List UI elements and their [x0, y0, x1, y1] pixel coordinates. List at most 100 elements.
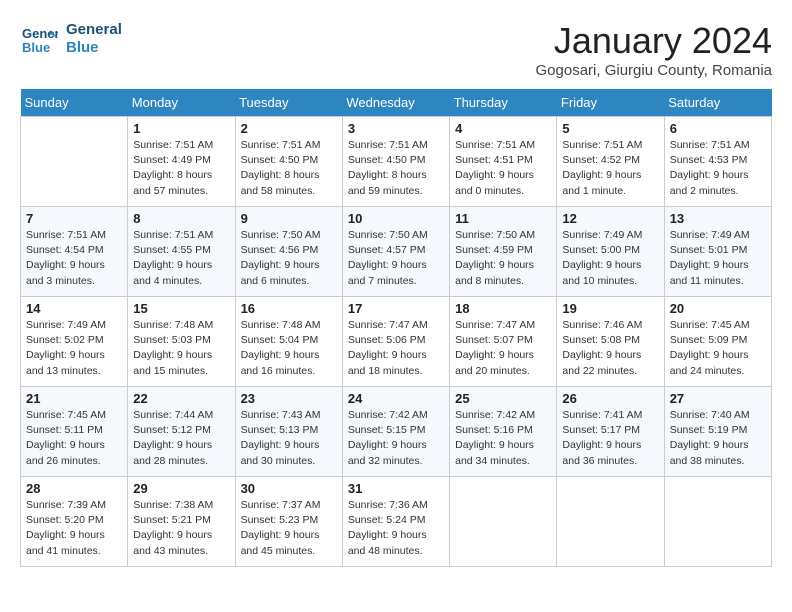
logo-text-general: General [66, 21, 122, 39]
calendar-cell: 13 Sunrise: 7:49 AMSunset: 5:01 PMDayligh… [664, 207, 771, 297]
day-number: 6 [670, 121, 766, 136]
weekday-header-monday: Monday [128, 89, 235, 117]
weekday-header-saturday: Saturday [664, 89, 771, 117]
day-info: Sunrise: 7:49 AMSunset: 5:01 PMDaylight:… [670, 228, 766, 289]
day-number: 26 [562, 391, 658, 406]
calendar-cell: 18 Sunrise: 7:47 AMSunset: 5:07 PMDayligh… [450, 297, 557, 387]
day-info: Sunrise: 7:49 AMSunset: 5:02 PMDaylight:… [26, 318, 122, 379]
weekday-header-friday: Friday [557, 89, 664, 117]
calendar-cell: 15Sunrise: 7:48 AMSunset: 5:03 PMDayligh… [128, 297, 235, 387]
calendar-cell [21, 117, 128, 207]
day-number: 22 [133, 391, 229, 406]
day-number: 8 [133, 211, 229, 226]
day-number: 31 [348, 481, 444, 496]
day-number: 27 [670, 391, 766, 406]
day-number: 30 [241, 481, 337, 496]
logo-icon: General Blue [20, 20, 58, 58]
calendar-cell: 27Sunrise: 7:40 AMSunset: 5:19 PMDayligh… [664, 387, 771, 477]
calendar-cell: 16 Sunrise: 7:48 AMSunset: 5:04 PMDayligh… [235, 297, 342, 387]
day-info: Sunrise: 7:51 AMSunset: 4:54 PMDaylight:… [26, 228, 122, 289]
day-info: Sunrise: 7:42 AMSunset: 5:16 PMDaylight:… [455, 408, 551, 469]
calendar-cell: 14 Sunrise: 7:49 AMSunset: 5:02 PMDayligh… [21, 297, 128, 387]
calendar-cell: 9 Sunrise: 7:50 AMSunset: 4:56 PMDaylight… [235, 207, 342, 297]
calendar-cell: 22 Sunrise: 7:44 AMSunset: 5:12 PMDayligh… [128, 387, 235, 477]
calendar-cell: 19 Sunrise: 7:46 AMSunset: 5:08 PMDayligh… [557, 297, 664, 387]
calendar-cell: 23 Sunrise: 7:43 AMSunset: 5:13 PMDayligh… [235, 387, 342, 477]
day-info: Sunrise: 7:50 AMSunset: 4:57 PMDaylight:… [348, 228, 444, 289]
logo-text-blue: Blue [66, 39, 122, 57]
calendar-cell: 5 Sunrise: 7:51 AMSunset: 4:52 PMDaylight… [557, 117, 664, 207]
day-info: Sunrise: 7:42 AMSunset: 5:15 PMDaylight:… [348, 408, 444, 469]
calendar-cell: 26Sunrise: 7:41 AMSunset: 5:17 PMDayligh… [557, 387, 664, 477]
calendar-week-row: 21 Sunrise: 7:45 AMSunset: 5:11 PMDayligh… [21, 387, 772, 477]
calendar-subtitle: Gogosari, Giurgiu County, Romania [536, 62, 773, 79]
calendar-cell: 25 Sunrise: 7:42 AMSunset: 5:16 PMDayligh… [450, 387, 557, 477]
day-info: Sunrise: 7:45 AMSunset: 5:09 PMDaylight:… [670, 318, 766, 379]
day-info: Sunrise: 7:47 AMSunset: 5:06 PMDaylight:… [348, 318, 444, 379]
calendar-cell: 1 Sunrise: 7:51 AMSunset: 4:49 PMDaylight… [128, 117, 235, 207]
day-number: 4 [455, 121, 551, 136]
day-info: Sunrise: 7:43 AMSunset: 5:13 PMDaylight:… [241, 408, 337, 469]
day-info: Sunrise: 7:50 AMSunset: 4:56 PMDaylight:… [241, 228, 337, 289]
day-number: 24 [348, 391, 444, 406]
day-number: 7 [26, 211, 122, 226]
day-number: 19 [562, 301, 658, 316]
calendar-cell: 28Sunrise: 7:39 AMSunset: 5:20 PMDayligh… [21, 477, 128, 567]
day-number: 11 [455, 211, 551, 226]
logo: General Blue General Blue [20, 20, 122, 58]
calendar-cell: 11Sunrise: 7:50 AMSunset: 4:59 PMDayligh… [450, 207, 557, 297]
day-number: 3 [348, 121, 444, 136]
calendar-cell: 10 Sunrise: 7:50 AMSunset: 4:57 PMDayligh… [342, 207, 449, 297]
weekday-header-wednesday: Wednesday [342, 89, 449, 117]
day-number: 2 [241, 121, 337, 136]
day-info: Sunrise: 7:48 AMSunset: 5:03 PMDaylight:… [133, 318, 229, 379]
day-info: Sunrise: 7:46 AMSunset: 5:08 PMDaylight:… [562, 318, 658, 379]
day-number: 25 [455, 391, 551, 406]
day-info: Sunrise: 7:38 AMSunset: 5:21 PMDaylight:… [133, 498, 229, 559]
day-number: 21 [26, 391, 122, 406]
day-info: Sunrise: 7:48 AMSunset: 5:04 PMDaylight:… [241, 318, 337, 379]
day-info: Sunrise: 7:37 AMSunset: 5:23 PMDaylight:… [241, 498, 337, 559]
calendar-cell: 31 Sunrise: 7:36 AMSunset: 5:24 PMDayligh… [342, 477, 449, 567]
day-number: 1 [133, 121, 229, 136]
day-info: Sunrise: 7:51 AMSunset: 4:50 PMDaylight:… [348, 138, 444, 199]
day-number: 14 [26, 301, 122, 316]
calendar-cell: 7 Sunrise: 7:51 AMSunset: 4:54 PMDaylight… [21, 207, 128, 297]
day-number: 23 [241, 391, 337, 406]
day-info: Sunrise: 7:51 AMSunset: 4:49 PMDaylight:… [133, 138, 229, 199]
day-info: Sunrise: 7:36 AMSunset: 5:24 PMDaylight:… [348, 498, 444, 559]
day-number: 10 [348, 211, 444, 226]
day-info: Sunrise: 7:45 AMSunset: 5:11 PMDaylight:… [26, 408, 122, 469]
day-number: 13 [670, 211, 766, 226]
page-header: General Blue General Blue January 2024 G… [20, 20, 772, 79]
calendar-cell: 8Sunrise: 7:51 AMSunset: 4:55 PMDaylight… [128, 207, 235, 297]
calendar-cell [664, 477, 771, 567]
calendar-cell: 12 Sunrise: 7:49 AMSunset: 5:00 PMDayligh… [557, 207, 664, 297]
calendar-cell: 2Sunrise: 7:51 AMSunset: 4:50 PMDaylight… [235, 117, 342, 207]
day-info: Sunrise: 7:49 AMSunset: 5:00 PMDaylight:… [562, 228, 658, 289]
day-number: 28 [26, 481, 122, 496]
title-block: January 2024 Gogosari, Giurgiu County, R… [536, 20, 773, 79]
calendar-cell: 24 Sunrise: 7:42 AMSunset: 5:15 PMDayligh… [342, 387, 449, 477]
calendar-cell: 29Sunrise: 7:38 AMSunset: 5:21 PMDayligh… [128, 477, 235, 567]
calendar-cell: 3 Sunrise: 7:51 AMSunset: 4:50 PMDaylight… [342, 117, 449, 207]
day-number: 5 [562, 121, 658, 136]
day-info: Sunrise: 7:51 AMSunset: 4:52 PMDaylight:… [562, 138, 658, 199]
calendar-cell: 17Sunrise: 7:47 AMSunset: 5:06 PMDayligh… [342, 297, 449, 387]
calendar-cell: 30 Sunrise: 7:37 AMSunset: 5:23 PMDayligh… [235, 477, 342, 567]
svg-text:Blue: Blue [22, 40, 50, 55]
day-number: 9 [241, 211, 337, 226]
calendar-week-row: 28Sunrise: 7:39 AMSunset: 5:20 PMDayligh… [21, 477, 772, 567]
calendar-cell: 6Sunrise: 7:51 AMSunset: 4:53 PMDaylight… [664, 117, 771, 207]
day-number: 18 [455, 301, 551, 316]
day-number: 12 [562, 211, 658, 226]
calendar-week-row: 1 Sunrise: 7:51 AMSunset: 4:49 PMDaylight… [21, 117, 772, 207]
calendar-cell [450, 477, 557, 567]
calendar-title: January 2024 [536, 20, 773, 62]
calendar-week-row: 7 Sunrise: 7:51 AMSunset: 4:54 PMDaylight… [21, 207, 772, 297]
day-info: Sunrise: 7:47 AMSunset: 5:07 PMDaylight:… [455, 318, 551, 379]
calendar-cell: 4Sunrise: 7:51 AMSunset: 4:51 PMDaylight… [450, 117, 557, 207]
day-number: 16 [241, 301, 337, 316]
day-info: Sunrise: 7:44 AMSunset: 5:12 PMDaylight:… [133, 408, 229, 469]
weekday-header-sunday: Sunday [21, 89, 128, 117]
